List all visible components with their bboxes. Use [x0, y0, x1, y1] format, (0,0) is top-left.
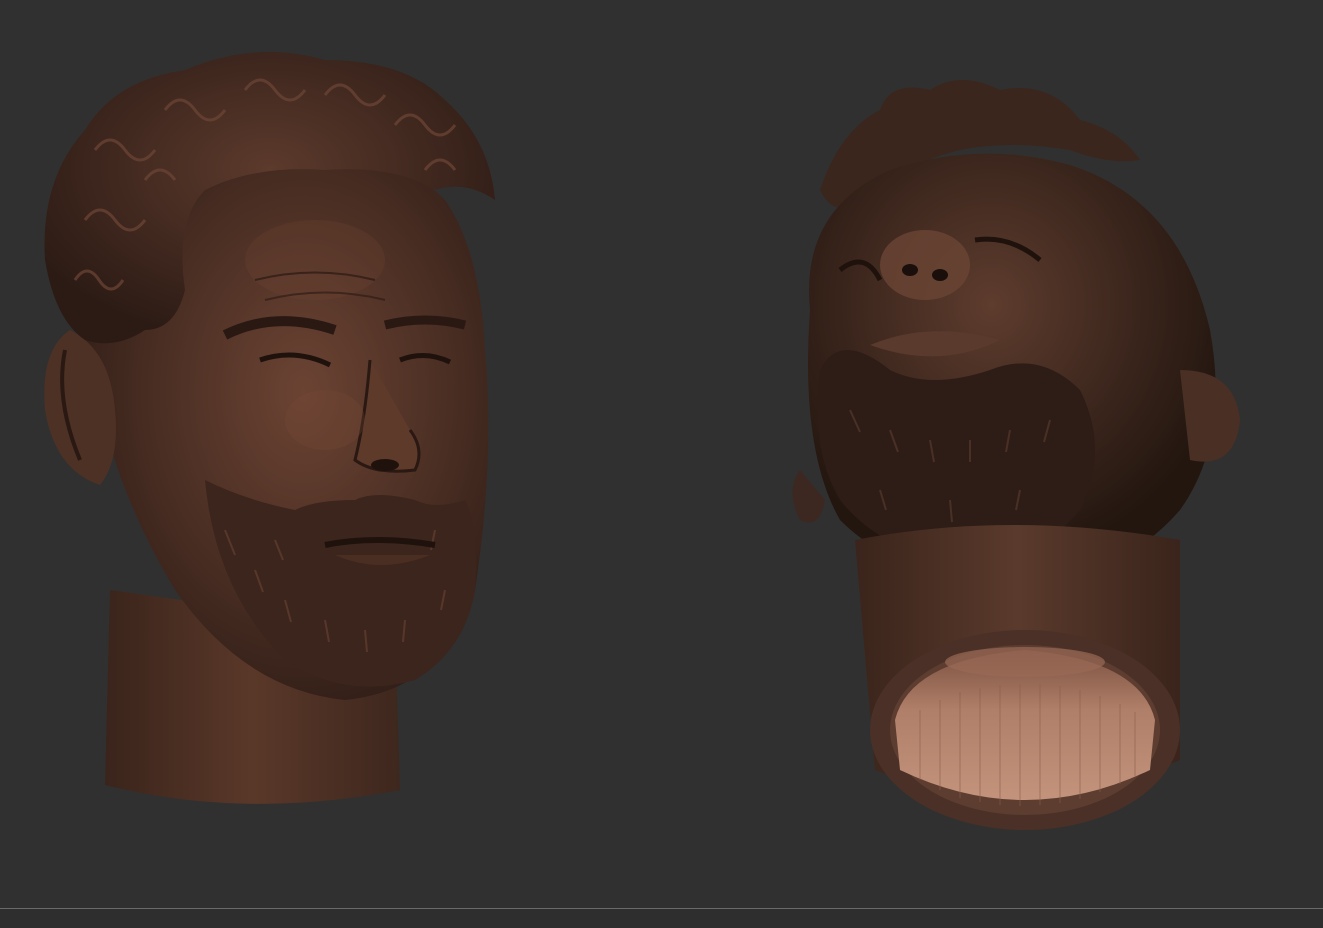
3d-viewport[interactable] — [0, 0, 1323, 908]
head-sculpt-bottom[interactable] — [780, 70, 1250, 860]
head-sculpt-front[interactable] — [25, 30, 515, 815]
bottom-toolbar-strip — [0, 909, 1323, 928]
